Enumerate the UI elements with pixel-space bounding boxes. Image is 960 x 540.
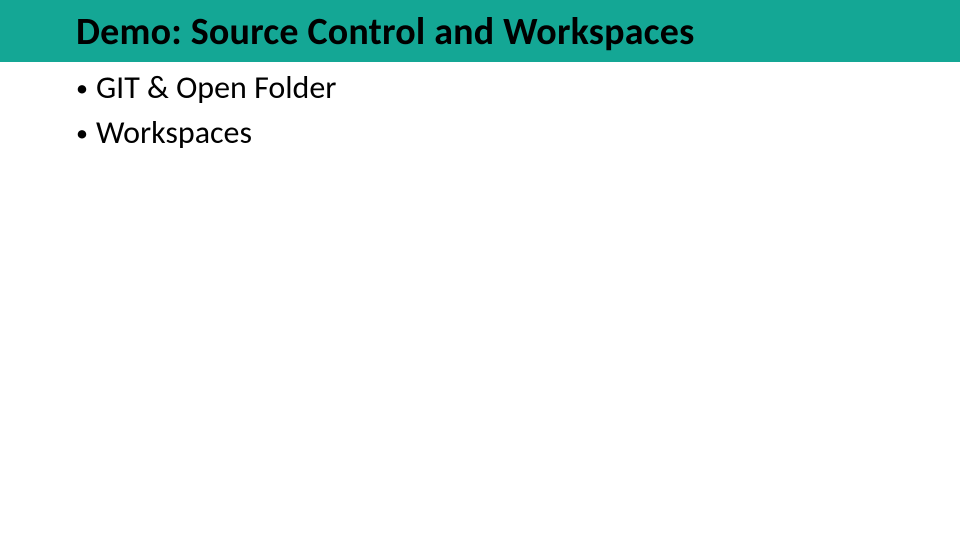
slide-title: Demo: Source Control and Workspaces xyxy=(76,9,694,55)
list-item: • Workspaces xyxy=(76,113,336,154)
bullet-text: GIT & Open Folder xyxy=(96,68,336,109)
list-item: • GIT & Open Folder xyxy=(76,68,336,109)
bullet-icon: • xyxy=(76,74,88,105)
bullet-list: • GIT & Open Folder • Workspaces xyxy=(76,68,336,158)
slide: Demo: Source Control and Workspaces • GI… xyxy=(0,0,960,540)
bullet-icon: • xyxy=(76,119,88,150)
bullet-text: Workspaces xyxy=(96,113,252,154)
